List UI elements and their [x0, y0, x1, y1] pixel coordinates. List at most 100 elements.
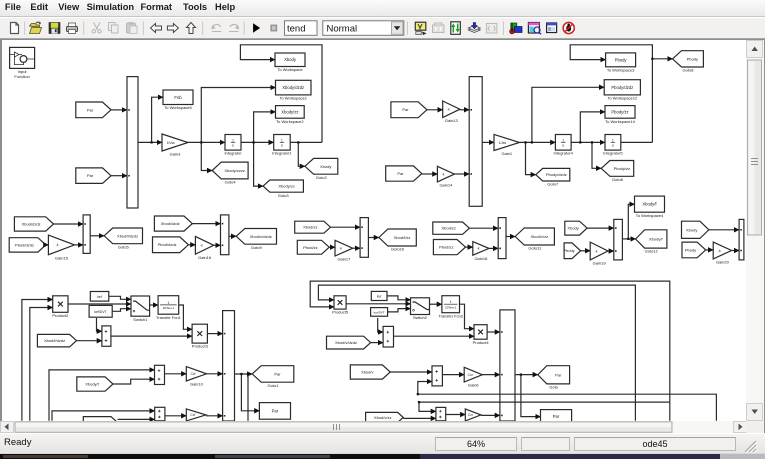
- svg-text:Xbod/v/zz: Xbod/v/zz: [531, 234, 549, 239]
- svg-text:Goto4: Goto4: [225, 180, 237, 185]
- svg-text:s: s: [232, 144, 234, 148]
- svg-text:Integrator4: Integrator4: [554, 151, 574, 156]
- svg-text:1: 1: [281, 139, 283, 143]
- svg-text:Gain18: Gain18: [474, 256, 488, 261]
- svg-text:Pbody/dzdz: Pbody/dzdz: [611, 85, 633, 90]
- svg-text:Gain19: Gain19: [593, 261, 607, 266]
- svg-text:Par: Par: [87, 173, 94, 178]
- svg-text:Par: Par: [553, 414, 560, 419]
- svg-text:-k: -k: [447, 108, 450, 112]
- svg-text:Transfer Fcn2: Transfer Fcn2: [438, 313, 464, 318]
- svg-text:Xbody: Xbody: [567, 226, 578, 231]
- svg-text:Pbody: Pbody: [563, 248, 574, 253]
- svg-text:Par: Par: [397, 171, 404, 176]
- svg-text:Xbody/f: Xbody/f: [649, 237, 663, 242]
- svg-text:Normal: Normal: [327, 23, 358, 34]
- svg-text:Xbod/f/dzdz: Xbod/f/dzdz: [44, 338, 65, 343]
- svg-text:To Workspace: To Workspace: [277, 67, 303, 72]
- svg-text:Pbody: Pbody: [687, 56, 698, 61]
- svg-text:Transfer Fcn1: Transfer Fcn1: [156, 315, 182, 320]
- svg-text:To Workspace12: To Workspace12: [607, 96, 637, 101]
- svg-text:1: 1: [167, 301, 169, 305]
- svg-text:kef/DVT: kef/DVT: [94, 310, 106, 314]
- svg-text:1: 1: [612, 139, 614, 143]
- svg-text:Integrator5: Integrator5: [603, 151, 623, 156]
- svg-text:Xbod/f/dzdz: Xbod/f/dzdz: [117, 233, 138, 238]
- svg-text:Goto1: Goto1: [268, 383, 280, 388]
- svg-text:Goto: Goto: [549, 385, 558, 390]
- svg-text:Gain1: Gain1: [501, 151, 512, 156]
- svg-text:Xbody: Xbody: [284, 57, 297, 62]
- svg-text:-k: -k: [442, 172, 445, 176]
- svg-text:1: 1: [562, 139, 564, 143]
- svg-text:Par: Par: [402, 107, 409, 112]
- svg-text:kef: kef: [97, 295, 102, 299]
- svg-text:Gain6: Gain6: [468, 383, 479, 388]
- svg-text:Gain10: Gain10: [190, 382, 204, 387]
- svg-text:kur/DVT: kur/DVT: [374, 310, 385, 314]
- svg-text:Integrator: Integrator: [224, 151, 242, 156]
- svg-text:Pbody: Pbody: [615, 57, 628, 62]
- svg-text:Xbody: Xbody: [320, 164, 331, 169]
- svg-text:Xbod/dzdz: Xbod/dzdz: [161, 221, 180, 226]
- svg-text:Goto12: Goto12: [645, 249, 659, 254]
- svg-text:Fnb: Fnb: [174, 95, 182, 100]
- svg-text:To Workspace14: To Workspace14: [605, 119, 635, 124]
- svg-text:Par: Par: [555, 372, 562, 377]
- svg-text:Gain3: Gain3: [170, 152, 181, 157]
- svg-text:1/Jss: 1/Jss: [499, 141, 507, 145]
- svg-text:tend: tend: [287, 23, 306, 34]
- svg-text:Gain13: Gain13: [445, 118, 459, 123]
- svg-text:Product4: Product4: [473, 340, 490, 345]
- svg-text:Par: Par: [87, 107, 94, 112]
- svg-text:-k: -k: [56, 243, 59, 247]
- svg-text:Xbody: Xbody: [686, 227, 697, 232]
- svg-text:To Workspace6: To Workspace6: [164, 105, 192, 110]
- svg-text:To Workspace1: To Workspace1: [279, 96, 307, 101]
- svg-text:20Tss+1: 20Tss+1: [445, 305, 457, 309]
- svg-text:Function: Function: [14, 74, 29, 79]
- svg-text:Goto8: Goto8: [683, 68, 695, 73]
- svg-text:Xbod/zz: Xbod/zz: [303, 225, 317, 230]
- svg-text:Goto9: Goto9: [251, 245, 263, 250]
- svg-text:Goto7: Goto7: [547, 182, 559, 187]
- svg-text:-k: -k: [200, 244, 203, 248]
- svg-text:Gain16: Gain16: [198, 255, 212, 260]
- svg-text:Xbody/zz: Xbody/zz: [281, 109, 298, 114]
- svg-text:Xbody/f: Xbody/f: [642, 202, 657, 207]
- svg-text:Pbody/zz: Pbody/zz: [611, 109, 628, 114]
- svg-text:Xbod/v: Xbod/v: [361, 370, 373, 375]
- svg-text:Pbod/dzdz: Pbod/dzdz: [158, 242, 177, 247]
- svg-text:Xbody/f: Xbody/f: [85, 382, 99, 387]
- svg-text:Product3: Product3: [192, 344, 209, 349]
- svg-text:Xbod/v/zz: Xbod/v/zz: [374, 415, 392, 420]
- svg-text:Par: Par: [272, 408, 279, 413]
- svg-text:s: s: [281, 144, 283, 148]
- svg-text:Xbody/zz: Xbody/zz: [278, 184, 294, 189]
- svg-text:1: 1: [450, 300, 452, 304]
- svg-text:Xbod/v/dzdz: Xbod/v/dzdz: [250, 234, 272, 239]
- svg-text:-k: -k: [595, 249, 598, 253]
- svg-text:Goto6: Goto6: [612, 177, 624, 182]
- svg-text:1: 1: [232, 139, 234, 143]
- svg-text:Pbody: Pbody: [685, 247, 696, 252]
- svg-text:Pbod/zz: Pbod/zz: [439, 245, 453, 250]
- svg-text:Gain15: Gain15: [55, 255, 69, 260]
- svg-text:Switch1: Switch1: [133, 317, 148, 322]
- svg-text:Switch2: Switch2: [413, 315, 428, 320]
- svg-text:s: s: [562, 144, 564, 148]
- svg-text:Product5: Product5: [332, 310, 349, 315]
- svg-text:To Workspace3: To Workspace3: [607, 67, 635, 72]
- svg-text:Par: Par: [274, 371, 281, 376]
- svg-text:Integrator1: Integrator1: [272, 151, 292, 156]
- svg-text:-k: -k: [339, 247, 342, 251]
- svg-text:Pbod/dzdz: Pbod/dzdz: [15, 242, 34, 247]
- svg-text:Goto10: Goto10: [391, 247, 405, 252]
- svg-text:-k: -k: [477, 247, 480, 251]
- svg-text:Xbody/zzzz: Xbody/zzzz: [224, 168, 244, 173]
- svg-text:Cvf: Cvf: [191, 372, 196, 376]
- svg-text:Xbod/dzdz: Xbod/dzdz: [22, 222, 41, 227]
- svg-text:Goto3: Goto3: [278, 193, 290, 198]
- svg-text:To Workspace4: To Workspace4: [636, 213, 664, 218]
- svg-text:Xbod/f/zz: Xbod/f/zz: [394, 235, 411, 240]
